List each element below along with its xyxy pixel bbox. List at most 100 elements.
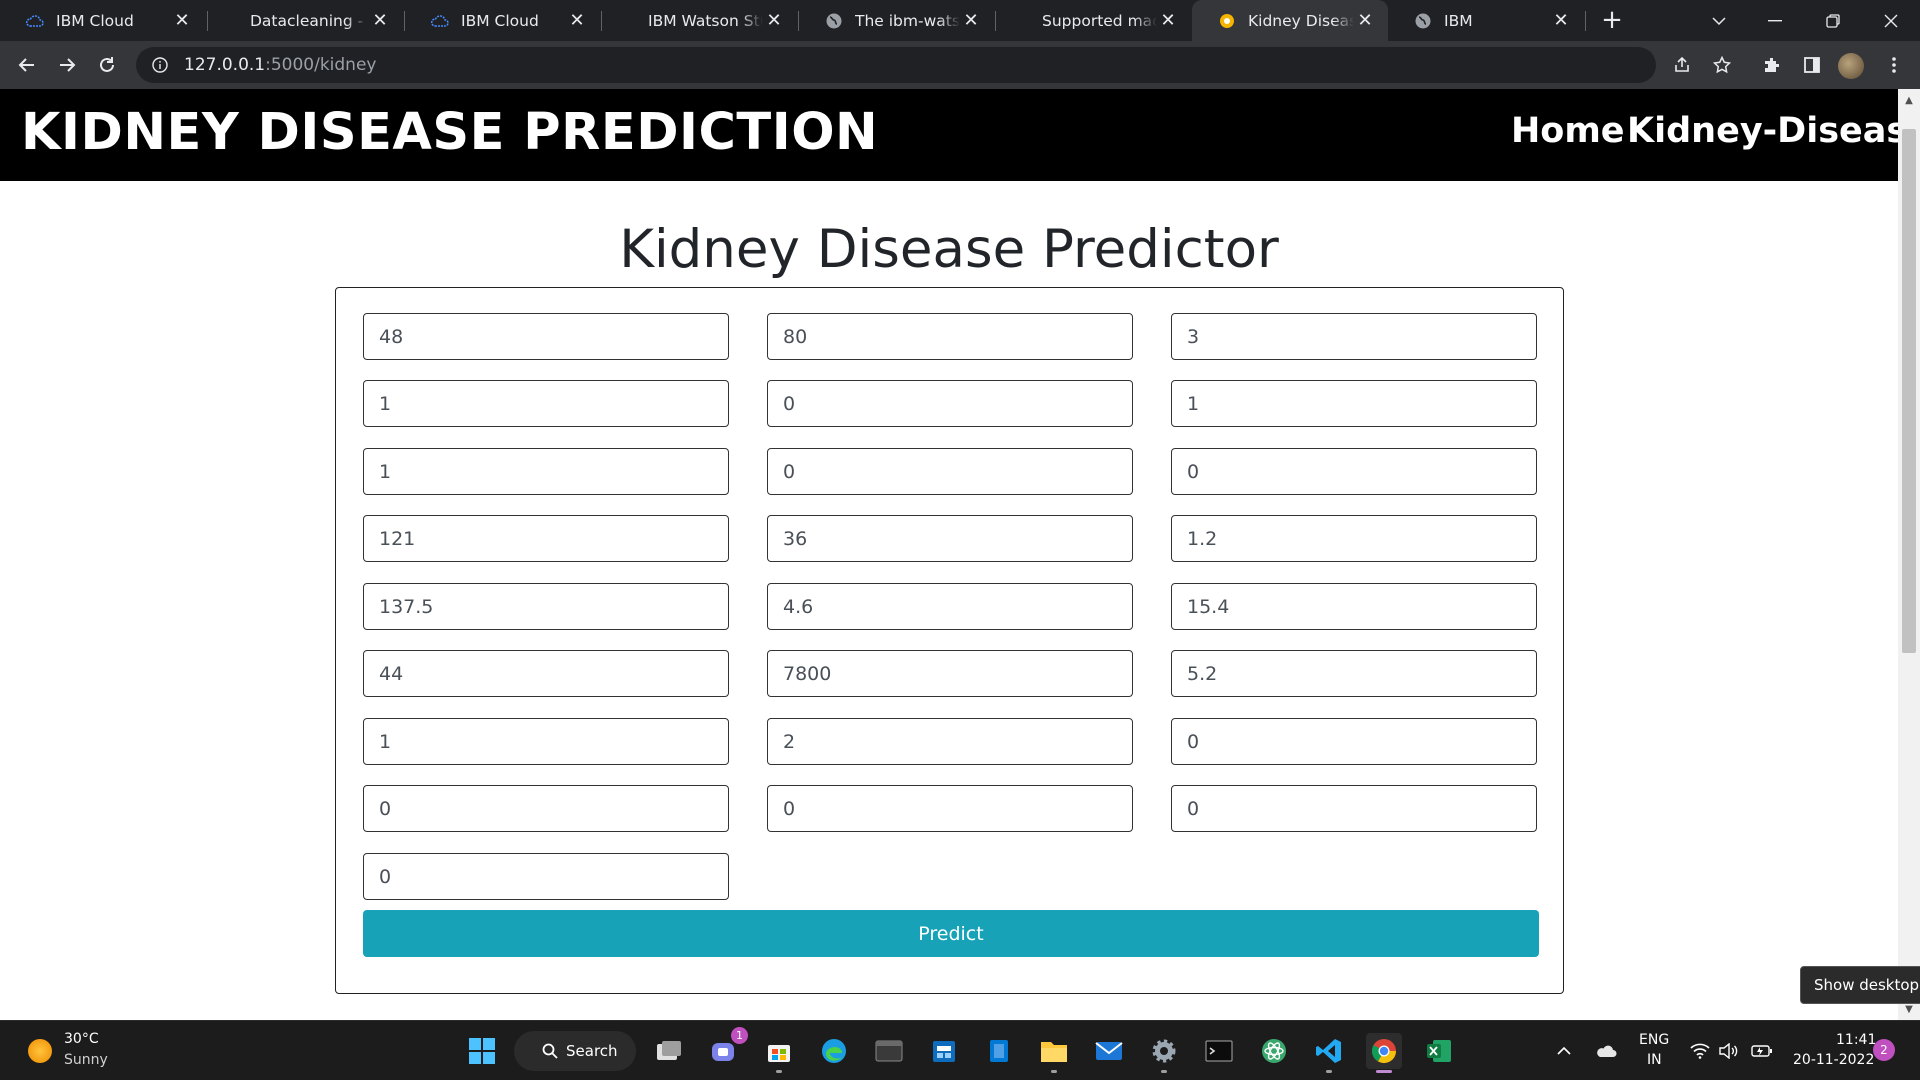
search-icon xyxy=(542,1043,558,1059)
start-button[interactable] xyxy=(464,1033,500,1069)
sun-icon[interactable] xyxy=(28,1039,52,1063)
close-window-button[interactable] xyxy=(1862,0,1920,41)
tab-watson-studio[interactable]: IBM Watson Studio ✕ xyxy=(602,0,797,41)
tab-supported-machine[interactable]: Supported machine ✕ xyxy=(996,0,1191,41)
nav-home-link[interactable]: Home xyxy=(1511,111,1625,151)
input-field-7[interactable] xyxy=(363,448,729,495)
tab-ibm-cloud-2[interactable]: IBM Cloud ✕ xyxy=(405,0,600,41)
input-field-3[interactable] xyxy=(1171,313,1537,360)
calculator-dashboard-icon[interactable] xyxy=(926,1033,962,1069)
input-field-6[interactable] xyxy=(1171,380,1537,427)
clock-date[interactable]: 20-11-2022 xyxy=(1793,1052,1874,1068)
input-field-12[interactable] xyxy=(1171,515,1537,562)
tab-ibm-watson-machine[interactable]: The ibm-watson-machine ✕ xyxy=(799,0,994,41)
task-view-icon[interactable] xyxy=(651,1033,687,1069)
side-panel-icon[interactable] xyxy=(1798,51,1826,79)
taskbar-search[interactable]: Search xyxy=(514,1031,636,1071)
input-field-1[interactable] xyxy=(363,313,729,360)
input-field-22[interactable] xyxy=(363,785,729,832)
input-field-2[interactable] xyxy=(767,313,1133,360)
input-field-13[interactable] xyxy=(363,583,729,630)
profile-avatar[interactable] xyxy=(1838,53,1864,79)
close-icon[interactable]: ✕ xyxy=(1550,10,1572,32)
volume-icon[interactable] xyxy=(1716,1039,1740,1063)
edge-icon[interactable] xyxy=(816,1033,852,1069)
office-app-icon[interactable] xyxy=(981,1033,1017,1069)
wifi-icon[interactable] xyxy=(1688,1039,1712,1063)
microsoft-store-icon[interactable] xyxy=(761,1033,797,1073)
running-indicator xyxy=(1051,1070,1057,1073)
input-field-16[interactable] xyxy=(363,650,729,697)
input-field-19[interactable] xyxy=(363,718,729,765)
forward-button[interactable] xyxy=(53,51,81,79)
browser-toolbar: 127.0.0.1:5000/kidney xyxy=(0,41,1920,89)
close-icon[interactable]: ✕ xyxy=(763,10,785,32)
battery-icon[interactable] xyxy=(1750,1039,1774,1063)
close-icon[interactable]: ✕ xyxy=(566,10,588,32)
tab-ibm[interactable]: IBM ✕ xyxy=(1388,0,1584,41)
close-icon[interactable]: ✕ xyxy=(369,10,391,32)
clock-time[interactable]: 11:41 xyxy=(1836,1032,1876,1048)
page-scrollbar[interactable]: ▲ ▼ xyxy=(1898,89,1920,1020)
address-bar[interactable]: 127.0.0.1:5000/kidney xyxy=(136,47,1656,83)
tab-search-button[interactable] xyxy=(1690,0,1748,41)
input-field-17[interactable] xyxy=(767,650,1133,697)
close-icon[interactable]: ✕ xyxy=(960,10,982,32)
input-field-24[interactable] xyxy=(1171,785,1537,832)
search-label: Search xyxy=(566,1042,618,1060)
input-field-9[interactable] xyxy=(1171,448,1537,495)
input-field-18[interactable] xyxy=(1171,650,1537,697)
extensions-icon[interactable] xyxy=(1758,51,1786,79)
vscode-icon[interactable] xyxy=(1311,1033,1347,1073)
close-icon[interactable]: ✕ xyxy=(1157,10,1179,32)
input-field-20[interactable] xyxy=(767,718,1133,765)
input-field-11[interactable] xyxy=(767,515,1133,562)
input-field-4[interactable] xyxy=(363,380,729,427)
chrome-icon[interactable] xyxy=(1366,1033,1402,1073)
nav-kidney-disease-link[interactable]: Kidney-Disease xyxy=(1627,111,1920,151)
scroll-thumb[interactable] xyxy=(1902,129,1916,653)
new-tab-button[interactable]: + xyxy=(1598,5,1626,35)
command-prompt-icon[interactable] xyxy=(1201,1033,1237,1069)
notification-count-badge[interactable]: 2 xyxy=(1873,1039,1895,1061)
input-field-23[interactable] xyxy=(767,785,1133,832)
keyboard-layout-indicator[interactable]: IN xyxy=(1647,1052,1662,1068)
settings-gear-icon[interactable] xyxy=(1146,1033,1182,1073)
input-field-8[interactable] xyxy=(767,448,1133,495)
minimize-button[interactable] xyxy=(1746,0,1804,41)
input-field-5[interactable] xyxy=(767,380,1133,427)
bookmark-star-icon[interactable] xyxy=(1708,51,1736,79)
weather-temperature[interactable]: 30°C xyxy=(64,1031,99,1047)
input-field-25[interactable] xyxy=(363,853,729,900)
site-brand[interactable]: KIDNEY DISEASE PREDICTION xyxy=(21,103,878,162)
page-title: Kidney Disease Predictor xyxy=(619,219,1279,280)
file-explorer-icon[interactable] xyxy=(1036,1033,1072,1073)
site-info-icon[interactable] xyxy=(150,55,170,75)
tab-kidney-disease[interactable]: Kidney Disease Prediction ✕ xyxy=(1192,0,1388,41)
close-icon[interactable]: ✕ xyxy=(171,10,193,32)
more-menu-icon[interactable] xyxy=(1880,51,1908,79)
scroll-up-arrow-icon[interactable]: ▲ xyxy=(1898,91,1920,109)
predict-button[interactable]: Predict xyxy=(363,910,1539,957)
onedrive-cloud-icon[interactable] xyxy=(1594,1039,1618,1063)
atom-app-icon[interactable] xyxy=(1256,1033,1292,1069)
input-field-10[interactable] xyxy=(363,515,729,562)
chevron-up-icon[interactable] xyxy=(1552,1039,1576,1063)
teams-chat-icon[interactable]: 1 xyxy=(706,1027,748,1069)
language-indicator[interactable]: ENG xyxy=(1639,1032,1669,1048)
restore-button[interactable] xyxy=(1804,0,1862,41)
tab-datacleaning[interactable]: Datacleaning - IBM ✕ xyxy=(208,0,403,41)
excel-icon[interactable] xyxy=(1421,1033,1457,1069)
close-icon[interactable]: ✕ xyxy=(1354,10,1376,32)
weather-condition[interactable]: Sunny xyxy=(64,1052,108,1068)
terminal-app-icon[interactable] xyxy=(871,1033,907,1069)
share-icon[interactable] xyxy=(1668,51,1696,79)
reload-button[interactable] xyxy=(93,51,121,79)
mail-icon[interactable] xyxy=(1091,1033,1127,1069)
input-field-14[interactable] xyxy=(767,583,1133,630)
input-field-21[interactable] xyxy=(1171,718,1537,765)
back-button[interactable] xyxy=(13,51,41,79)
chat-notification-badge: 1 xyxy=(731,1027,748,1044)
tab-ibm-cloud-1[interactable]: IBM Cloud ✕ xyxy=(0,0,205,41)
input-field-15[interactable] xyxy=(1171,583,1537,630)
